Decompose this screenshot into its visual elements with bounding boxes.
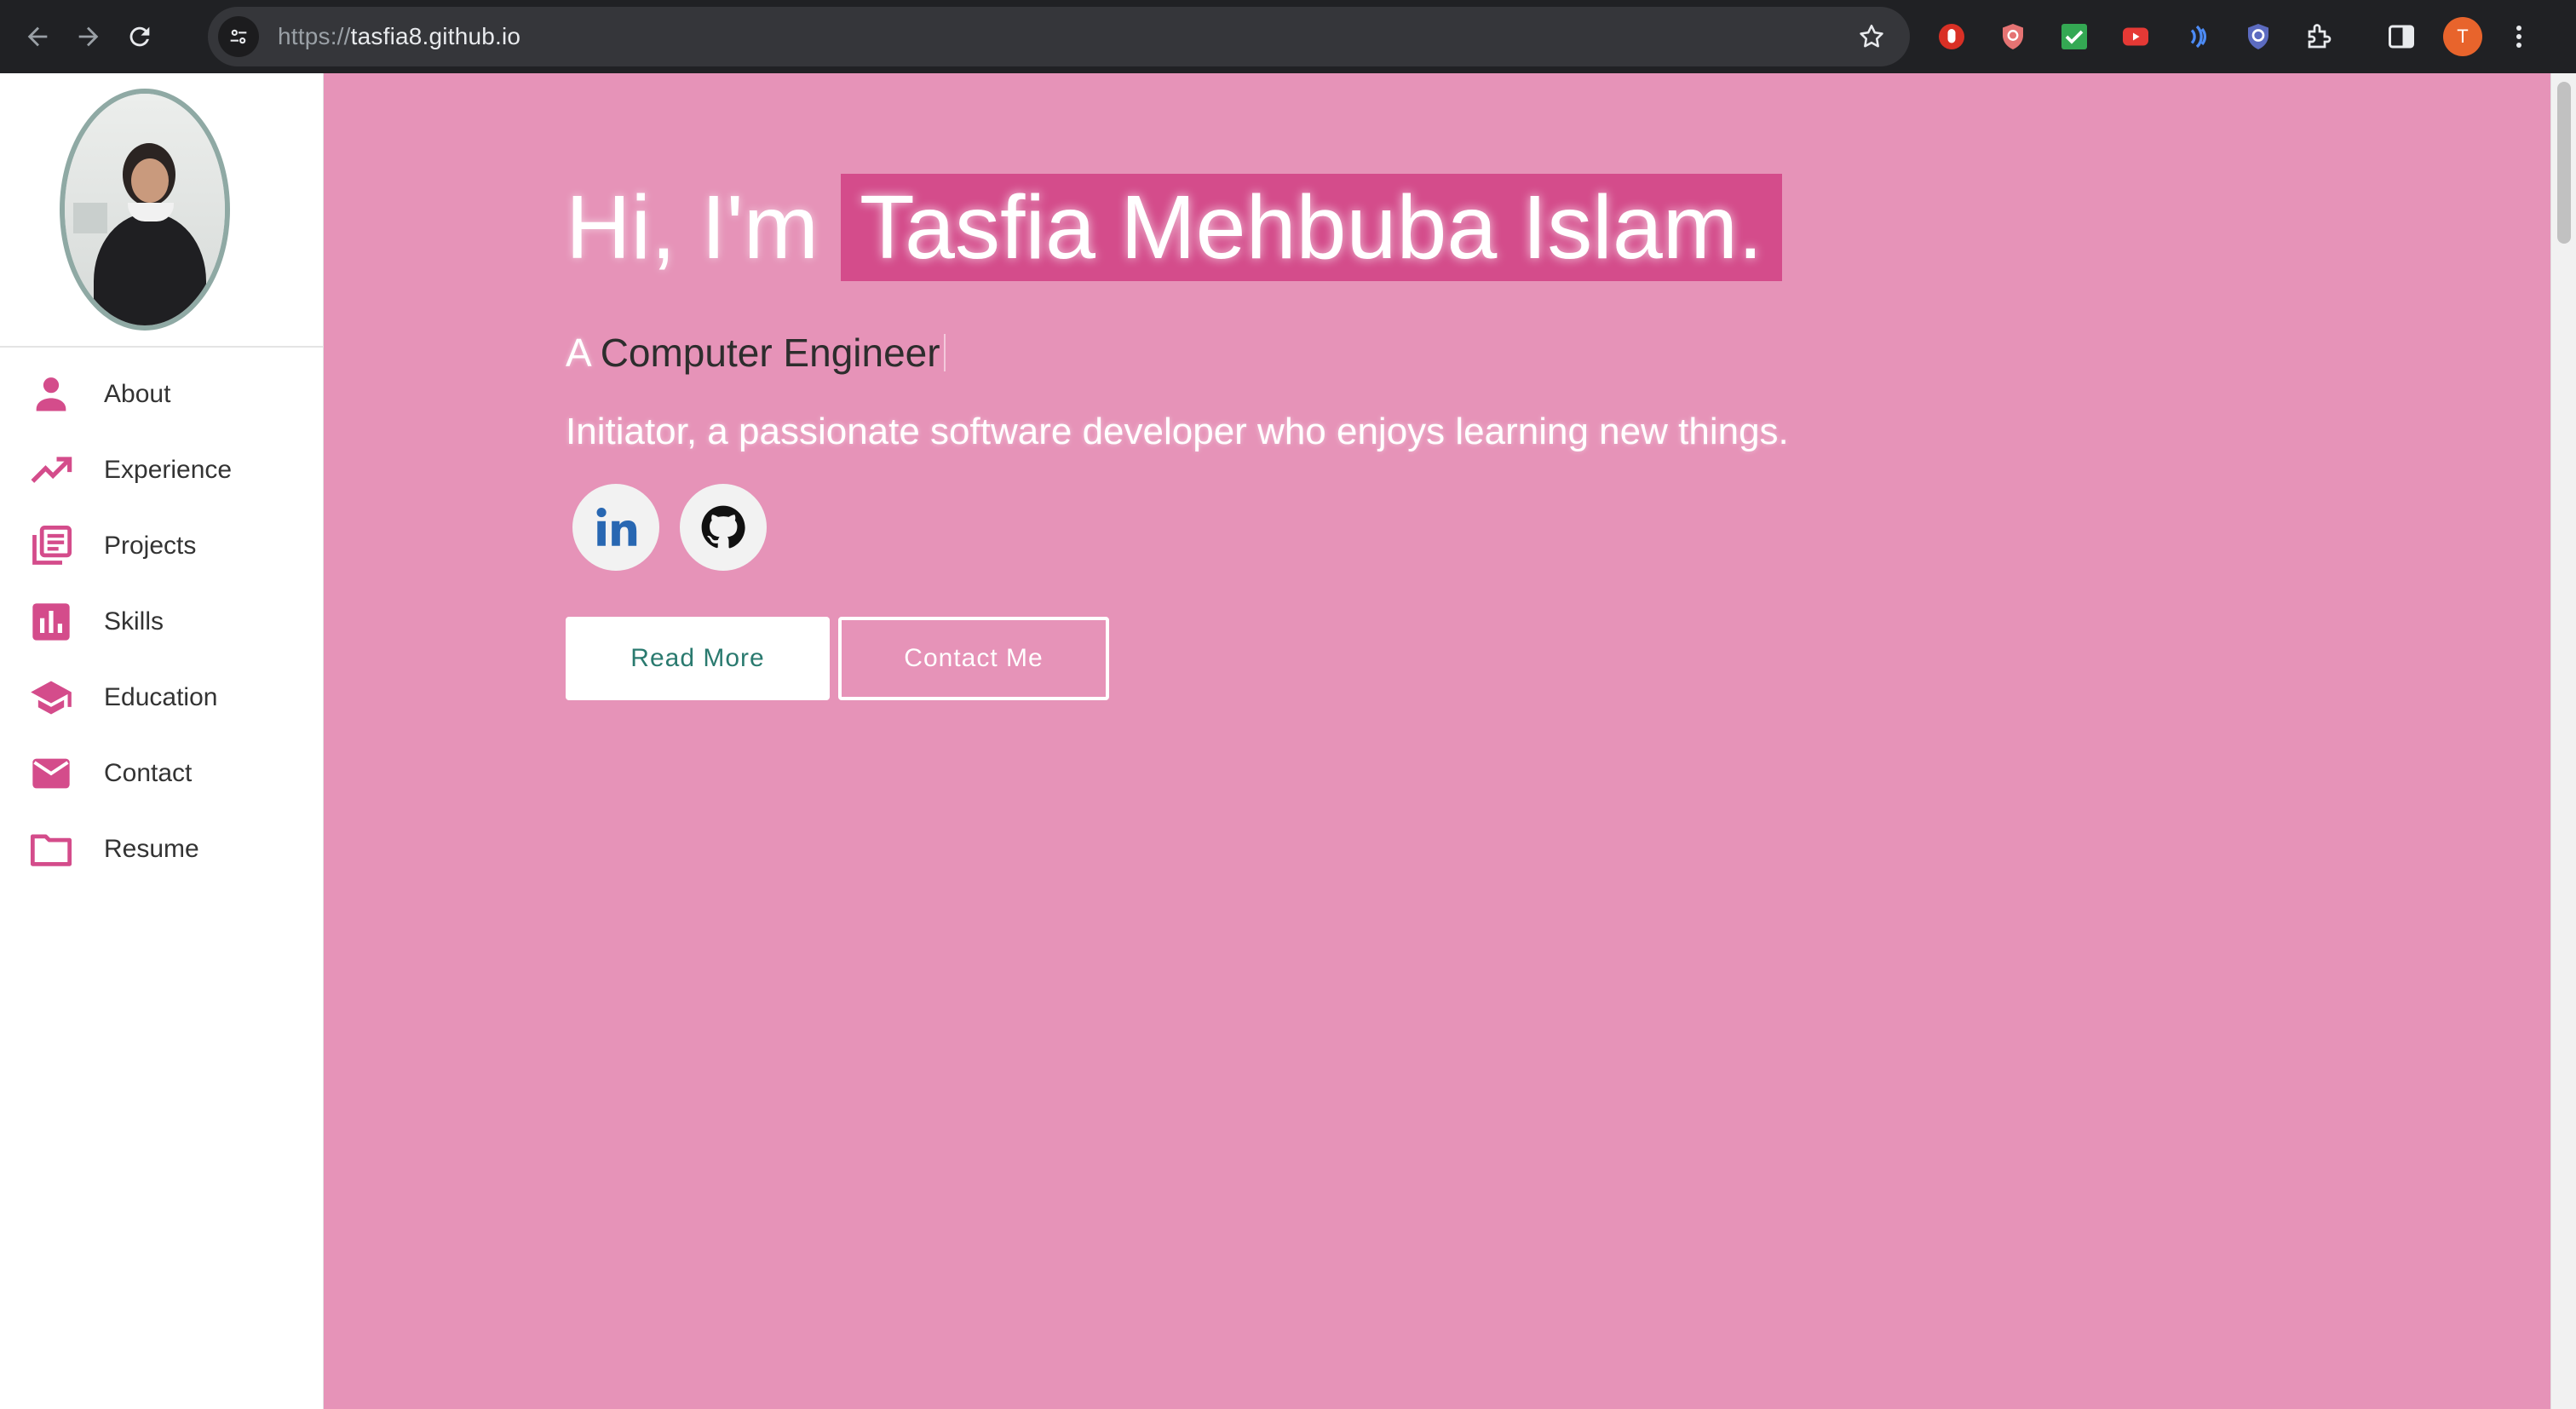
hand-stop-icon[interactable] [1932,17,1971,56]
shield-icon[interactable] [1993,17,2033,56]
address-bar[interactable]: https://tasfia8.github.io [208,7,1910,66]
profile-photo [59,89,230,331]
sidebar-item-skills[interactable]: Skills [0,584,323,659]
hero-heading: Hi, I'm Tasfia Mehbuba Islam. [566,174,1789,281]
greeting-text: Hi, I'm [566,176,819,278]
reload-icon[interactable] [114,11,165,62]
site-info-icon[interactable] [218,16,259,57]
sidebar: About Experience Projects Skills Educati… [0,73,324,1409]
more-menu-icon[interactable] [2504,17,2533,56]
tagline: Initiator, a passionate software develop… [566,411,1789,452]
sidebar-item-projects[interactable]: Projects [0,508,323,584]
hero-buttons: Read More Contact Me [566,617,1789,700]
sidebar-item-label: About [104,379,171,408]
trending-up-icon [31,456,72,483]
subtitle-prefix: A [566,331,592,375]
sidepanel-icon[interactable] [2382,17,2421,56]
contact-me-button[interactable]: Contact Me [838,617,1109,700]
url-host: tasfia8.github.io [350,23,521,49]
hero-content: Hi, I'm Tasfia Mehbuba Islam. A Computer… [566,174,1789,700]
sidebar-item-resume[interactable]: Resume [0,811,323,887]
wave-icon[interactable] [2177,17,2217,56]
linkedin-icon [596,508,637,546]
profile-avatar[interactable]: T [2443,17,2482,56]
shield-check-icon[interactable] [2239,17,2278,56]
sidebar-nav: About Experience Projects Skills Educati… [0,348,323,887]
sidebar-item-education[interactable]: Education [0,659,323,735]
hero-section: Hi, I'm Tasfia Mehbuba Islam. A Computer… [325,73,2550,1409]
avatar-section [0,73,323,348]
sidebar-item-label: Education [104,682,218,711]
read-more-button[interactable]: Read More [566,617,830,700]
bar-chart-icon [32,602,70,641]
url-protocol: https:// [278,23,351,49]
checkmark-icon[interactable] [2055,17,2094,56]
bookmark-star-icon[interactable] [1857,22,1886,51]
name-highlight: Tasfia Mehbuba Islam. [841,174,1782,281]
linkedin-link[interactable] [572,484,659,571]
back-icon[interactable] [12,11,63,62]
folder-icon [30,833,72,866]
page-scrollbar[interactable] [2550,73,2576,1409]
browser-toolbar: https://tasfia8.github.io T [0,0,2576,73]
mail-icon [32,758,70,788]
puzzle-icon[interactable] [2300,17,2339,56]
url-text: https://tasfia8.github.io [278,23,520,50]
extensions-bar: T [1932,12,2533,61]
sidebar-item-label: Experience [104,455,233,484]
school-icon [31,681,72,714]
forward-icon[interactable] [63,11,114,62]
sidebar-item-label: Contact [104,758,193,787]
person-icon [36,377,66,411]
sidebar-item-about[interactable]: About [0,356,323,432]
sidebar-item-label: Skills [104,607,164,635]
sidebar-item-contact[interactable]: Contact [0,735,323,811]
social-links [566,484,1789,571]
typing-caret [943,334,946,371]
typed-subtitle: A Computer Engineer [566,329,1789,377]
github-icon [701,505,745,549]
sidebar-item-label: Projects [104,531,197,560]
sidebar-item-label: Resume [104,834,199,863]
scrollbar-thumb[interactable] [2557,82,2571,244]
youtube-icon[interactable] [2116,17,2155,56]
sidebar-item-experience[interactable]: Experience [0,432,323,508]
subtitle-role: Computer Engineer [600,331,940,375]
github-link[interactable] [680,484,767,571]
library-books-icon [32,525,72,565]
